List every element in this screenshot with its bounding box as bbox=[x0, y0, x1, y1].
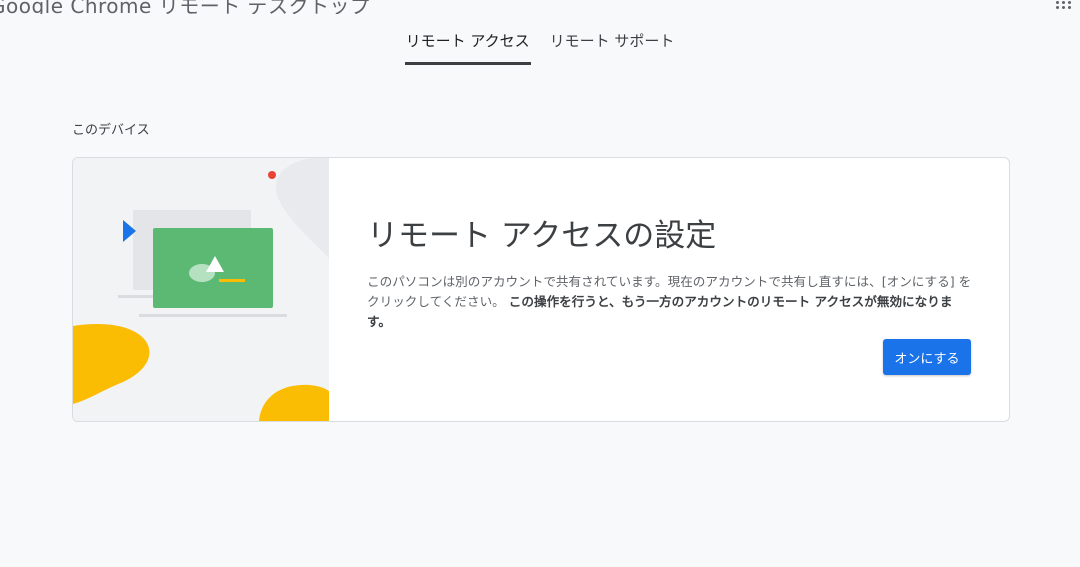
apps-grid-icon[interactable] bbox=[1056, 0, 1072, 10]
tab-remote-access[interactable]: リモート アクセス bbox=[404, 26, 531, 65]
red-dot-shape bbox=[268, 171, 276, 179]
yellow-blob-right-shape bbox=[259, 384, 329, 421]
screen-line-shape bbox=[219, 279, 245, 282]
section-heading-this-device: このデバイス bbox=[72, 123, 150, 138]
setup-illustration bbox=[73, 158, 329, 421]
card-description: このパソコンは別のアカウントで共有されています。現在のアカウントで共有し直すには… bbox=[367, 272, 973, 332]
tab-remote-support[interactable]: リモート サポート bbox=[549, 26, 676, 65]
app-title: Google Chrome リモート デスクトップ bbox=[0, 0, 371, 14]
illustration-svg bbox=[73, 158, 329, 421]
laptop-base-shape bbox=[139, 314, 287, 317]
turn-on-button[interactable]: オンにする bbox=[883, 339, 971, 375]
gray-blob-shape bbox=[275, 158, 329, 258]
tab-bar: リモート アクセス リモート サポート bbox=[0, 26, 1080, 65]
card-title: リモート アクセスの設定 bbox=[367, 218, 717, 254]
yellow-blob-left-shape bbox=[73, 324, 150, 404]
top-bar: Google Chrome リモート デスクトップ bbox=[0, 0, 1080, 14]
remote-access-setup-card: リモート アクセスの設定 このパソコンは別のアカウントで共有されています。現在の… bbox=[72, 157, 1010, 422]
